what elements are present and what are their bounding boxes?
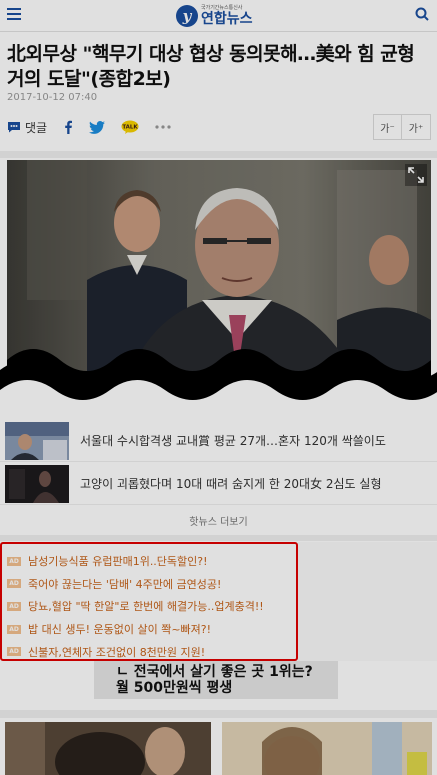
section-divider — [0, 710, 437, 718]
twitter-icon — [89, 120, 106, 134]
bottom-thumbnail[interactable] — [222, 722, 432, 775]
comment-icon — [8, 122, 20, 133]
ad-badge: AD — [7, 556, 21, 566]
ad-item[interactable]: AD 당뇨,혈압 "딱 한알"로 한번에 해결가능..업계충격!! — [7, 595, 296, 618]
banner-line-2: 월 500만원씩 평생 — [116, 680, 233, 696]
logo-name: 연합뉴스 — [201, 11, 253, 27]
ad-badge: AD — [7, 579, 21, 589]
ad-item[interactable]: AD 죽어야 끊는다는 '담배' 4주만에 금연성공! — [7, 573, 296, 596]
hot-news-item[interactable]: 고양이 괴롭혔다며 10대 때려 숨지게 한 20대女 2심도 실형 — [0, 463, 437, 505]
share-bar: 댓글 TALK 가⁻ 가⁺ — [7, 114, 431, 140]
facebook-share-button[interactable] — [63, 120, 73, 134]
article-date: 2017-10-12 07:40 — [7, 92, 98, 103]
hot-news-item[interactable]: 서울대 수시합격생 교내賞 평균 27개…혼자 120개 싹쓸이도 — [0, 420, 437, 462]
comment-label: 댓글 — [25, 120, 48, 135]
top-nav-bar: y 국가기간뉴스통신사 연합뉴스 — [0, 0, 437, 32]
torn-edge-divider — [0, 360, 437, 400]
ad-text: 남성기능식품 유럽판매1위..단독할인?! — [28, 555, 208, 569]
article-photo-image — [7, 160, 431, 380]
news-thumbnail — [5, 422, 69, 460]
section-divider — [0, 535, 437, 541]
article-photo[interactable] — [7, 160, 431, 380]
logo-mark: y — [176, 5, 198, 27]
ad-text: 죽어야 끊는다는 '담배' 4주만에 금연성공! — [28, 577, 222, 591]
hot-news-more-link[interactable]: 핫뉴스 더보기 — [0, 513, 437, 528]
article-headline: 北외무상 "핵무기 대상 협상 동의못해…美와 힘 균형 거의 도달"(종합2보… — [7, 43, 415, 90]
ad-item[interactable]: AD 밥 대신 생두! 운동없이 살이 쫙~빠져?! — [7, 618, 296, 641]
font-size-controls: 가⁻ 가⁺ — [373, 114, 431, 140]
font-increase-button[interactable]: 가⁺ — [402, 114, 431, 140]
ad-text: 밥 대신 생두! 운동없이 살이 쫙~빠져?! — [28, 623, 212, 637]
bottom-thumbnail[interactable] — [5, 722, 211, 775]
news-thumbnail — [5, 465, 69, 503]
background-panel — [298, 542, 437, 661]
kakaotalk-share-button[interactable]: TALK — [121, 120, 139, 134]
more-icon — [155, 125, 171, 129]
more-share-button[interactable] — [155, 125, 171, 129]
banner-line-1: ㄴ 전국에서 살기 좋은 곳 1위는? — [116, 664, 313, 680]
comment-button[interactable]: 댓글 — [7, 119, 47, 136]
ad-badge: AD — [7, 601, 21, 611]
ad-item[interactable]: AD 신불자,연체자 조건없이 8천만원 지원! — [7, 640, 296, 663]
ad-list-box: AD 남성기능식품 유럽판매1위..단독할인?! AD 죽어야 끊는다는 '담배… — [0, 542, 298, 661]
yonhap-logo[interactable]: y 국가기간뉴스통신사 연합뉴스 — [176, 3, 253, 29]
search-icon[interactable] — [415, 7, 429, 21]
ad-item[interactable]: AD 남성기능식품 유럽판매1위..단독할인?! — [7, 550, 296, 573]
promo-banner[interactable]: ㄴ 전국에서 살기 좋은 곳 1위는? 월 500만원씩 평생 — [94, 661, 338, 699]
ad-text: 신불자,연체자 조건없이 8천만원 지원! — [28, 645, 206, 659]
hamburger-menu-icon[interactable] — [7, 8, 21, 20]
ad-text: 당뇨,혈압 "딱 한알"로 한번에 해결가능..업계충격!! — [28, 600, 264, 614]
hot-news-title: 서울대 수시합격생 교내賞 평균 27개…혼자 120개 싹쓸이도 — [80, 434, 386, 448]
ad-badge: AD — [7, 647, 21, 657]
facebook-icon — [65, 120, 73, 134]
ad-badge: AD — [7, 624, 21, 634]
section-divider — [0, 151, 437, 158]
expand-icon[interactable] — [405, 164, 427, 186]
kakaotalk-label: TALK — [122, 125, 138, 131]
font-decrease-button[interactable]: 가⁻ — [373, 114, 402, 140]
twitter-share-button[interactable] — [89, 120, 106, 134]
kakaotalk-icon: TALK — [121, 120, 139, 134]
hot-news-title: 고양이 괴롭혔다며 10대 때려 숨지게 한 20대女 2심도 실형 — [80, 477, 382, 491]
